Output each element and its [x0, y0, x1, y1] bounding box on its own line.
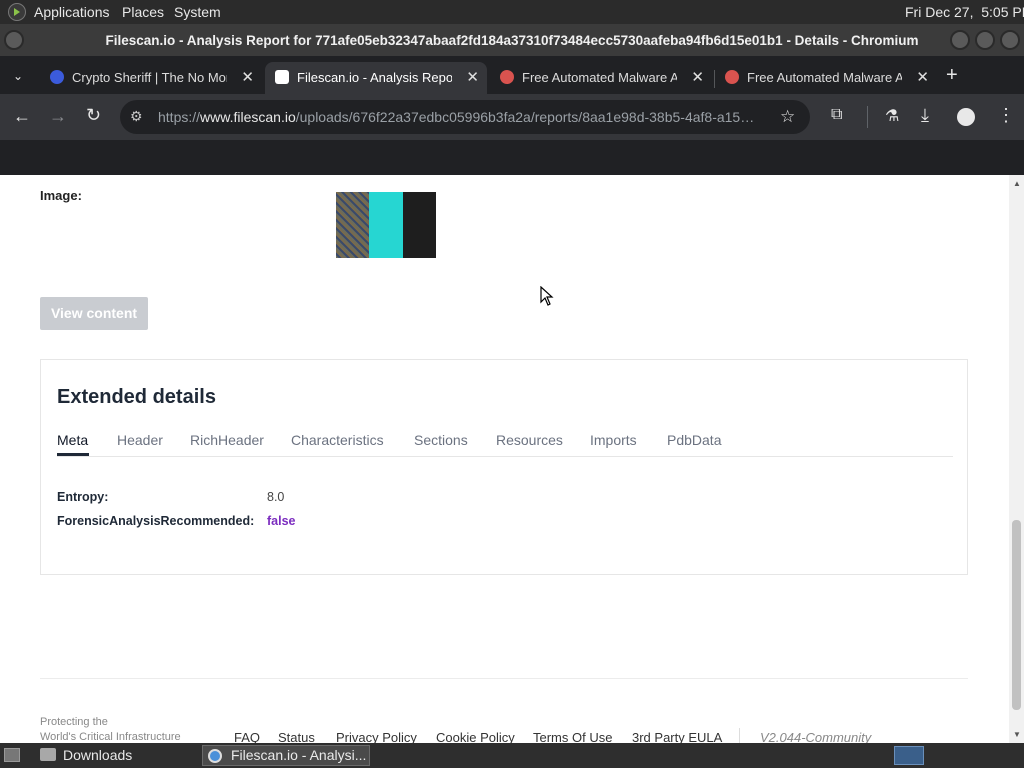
tab-imports[interactable]: Imports [590, 432, 637, 448]
menu-icon[interactable]: ⋮ [997, 105, 1015, 126]
scroll-up-icon[interactable]: ▲ [1013, 179, 1021, 188]
page-content: Image: View content Extended details Met… [0, 175, 1009, 743]
browser-toolbar: ← → ↻ ⚙ https://www.filescan.io/uploads/… [0, 94, 1024, 140]
extensions-icon[interactable]: ⧉ [831, 106, 842, 124]
close-tab-icon[interactable]: ✕ [241, 68, 254, 86]
taskbar-label: Filescan.io - Analysi... [231, 747, 367, 763]
tab-label: Free Automated Malware Analysis [747, 70, 902, 85]
new-tab-icon[interactable]: + [946, 64, 958, 87]
view-content-button[interactable]: View content [40, 297, 148, 330]
tab-crypto-sheriff[interactable]: Crypto Sheriff | The No More ✕ [40, 62, 262, 94]
file-entropy-image[interactable] [336, 192, 436, 258]
tab-resources[interactable]: Resources [496, 432, 563, 448]
footer-link-faq[interactable]: FAQ [234, 730, 260, 743]
malware-site-favicon-icon [725, 70, 739, 84]
close-tab-icon[interactable]: ✕ [466, 68, 479, 86]
star-icon[interactable]: ☆ [780, 107, 795, 127]
entropy-key: Entropy: [57, 490, 109, 504]
tab-strip: ⌄ Crypto Sheriff | The No More ✕ Filesca… [0, 56, 1024, 94]
download-icon[interactable]: ⤓ [921, 105, 929, 126]
footer-divider [40, 678, 968, 679]
menu-applications[interactable]: Applications [34, 4, 110, 20]
show-desktop-icon[interactable] [4, 748, 20, 762]
clock[interactable]: Fri Dec 27, 5:05 PM [905, 4, 1024, 20]
tab-filescan[interactable]: Filescan.io - Analysis Report ✕ [265, 62, 487, 94]
extended-details-tabs: Meta Header RichHeader Characteristics S… [57, 430, 953, 457]
tab-label: Crypto Sheriff | The No More [72, 70, 227, 85]
tab-label: Filescan.io - Analysis Report [297, 70, 452, 85]
filescan-favicon-icon [275, 70, 289, 84]
footer-link-eula[interactable]: 3rd Party EULA [632, 730, 722, 743]
tab-header[interactable]: Header [117, 432, 163, 448]
toolbar-separator [867, 106, 868, 128]
tab-malware-analysis-1[interactable]: Free Automated Malware Analysis ✕ [490, 62, 712, 94]
page-scrollbar[interactable]: ▲ ▼ [1009, 175, 1024, 743]
image-label: Image: [40, 188, 82, 203]
entropy-value: 8.0 [267, 490, 285, 504]
chromium-icon [208, 749, 222, 763]
applications-logo-icon[interactable] [8, 3, 26, 21]
malware-site-favicon-icon [500, 70, 514, 84]
mouse-cursor-icon [540, 286, 554, 306]
taskbar-item-downloads[interactable]: Downloads [34, 745, 194, 766]
url-text[interactable]: https://www.filescan.io/uploads/676f22a3… [158, 109, 768, 125]
window-titlebar[interactable]: Filescan.io - Analysis Report for 771afe… [0, 24, 1024, 56]
close-tab-icon[interactable]: ✕ [916, 68, 929, 86]
top-panel: Applications Places System Fri Dec 27, 5… [0, 0, 1024, 24]
footer-link-status[interactable]: Status [278, 730, 315, 743]
footer-link-privacy[interactable]: Privacy Policy [336, 730, 417, 743]
taskbar-item-chromium[interactable]: Filescan.io - Analysi... [202, 745, 370, 766]
tab-sections[interactable]: Sections [414, 432, 468, 448]
taskbar-label: Downloads [63, 747, 133, 763]
tab-label: Free Automated Malware Analysis [522, 70, 677, 85]
footer-separator [739, 728, 740, 743]
scroll-down-icon[interactable]: ▼ [1013, 730, 1021, 739]
labs-icon[interactable]: ⚗ [885, 106, 899, 126]
footer-tagline-1: Protecting the [40, 716, 108, 728]
url-scheme: https:// [158, 109, 201, 125]
forensic-key: ForensicAnalysisRecommended: [57, 514, 255, 528]
forward-icon[interactable]: → [49, 106, 67, 127]
folder-icon [40, 748, 56, 761]
tab-search-icon[interactable]: ⌄ [8, 66, 28, 86]
menu-system[interactable]: System [174, 4, 221, 20]
site-info-icon[interactable]: ⚙ [130, 108, 143, 125]
url-host: www.filescan.io [200, 109, 296, 125]
forensic-value: false [267, 514, 296, 528]
workspace-switcher-icon[interactable] [894, 746, 924, 765]
tab-pdbdata[interactable]: PdbData [667, 432, 721, 448]
minimize-icon[interactable] [950, 30, 970, 50]
tab-meta[interactable]: Meta [57, 432, 88, 448]
extended-details-title: Extended details [57, 386, 216, 408]
footer-version: V2.044-Community [760, 730, 872, 743]
tab-characteristics[interactable]: Characteristics [291, 432, 384, 448]
reload-icon[interactable]: ↻ [86, 105, 101, 126]
profile-icon[interactable] [957, 108, 975, 126]
footer-tagline-2: World's Critical Infrastructure [40, 731, 181, 743]
back-icon[interactable]: ← [13, 106, 31, 127]
footer-link-terms[interactable]: Terms Of Use [533, 730, 612, 743]
footer-link-cookie[interactable]: Cookie Policy [436, 730, 515, 743]
active-tab-indicator [57, 453, 89, 456]
window-title: Filescan.io - Analysis Report for 771afe… [105, 33, 919, 48]
close-window-icon[interactable] [1000, 30, 1020, 50]
address-bar[interactable]: ⚙ https://www.filescan.io/uploads/676f22… [120, 100, 810, 134]
url-path: /uploads/676f22a37edbc05996b3fa2a/report… [295, 109, 755, 125]
tab-malware-analysis-2[interactable]: Free Automated Malware Analysis ✕ [715, 62, 937, 94]
page-header-strip [0, 140, 1024, 175]
crypto-sheriff-favicon-icon [50, 70, 64, 84]
scroll-thumb[interactable] [1012, 520, 1021, 710]
extended-details-card: Extended details Meta Header RichHeader … [40, 359, 968, 575]
tab-richheader[interactable]: RichHeader [190, 432, 264, 448]
menu-places[interactable]: Places [122, 4, 164, 20]
maximize-icon[interactable] [975, 30, 995, 50]
close-tab-icon[interactable]: ✕ [691, 68, 704, 86]
bottom-taskbar: Downloads Filescan.io - Analysi... [0, 743, 1024, 768]
